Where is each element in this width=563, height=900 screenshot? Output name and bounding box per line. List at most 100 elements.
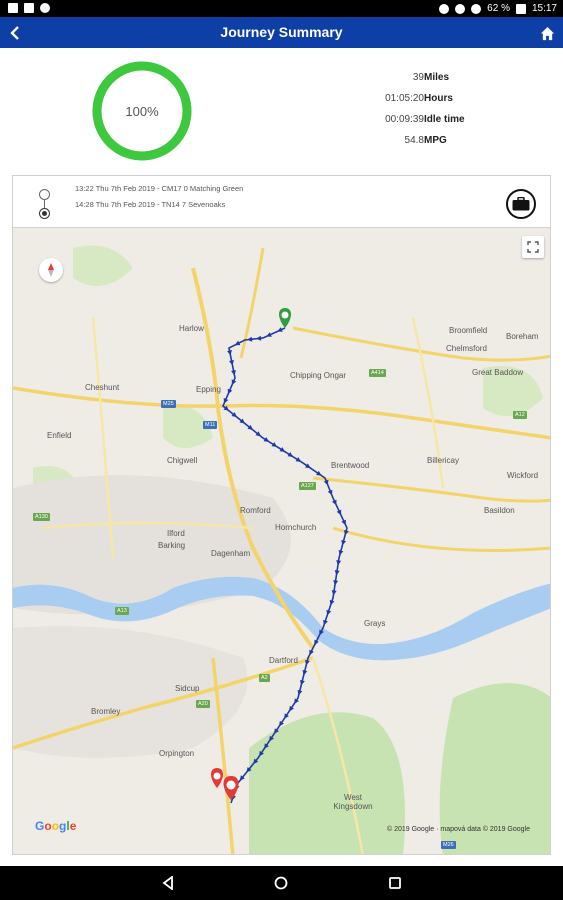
road: [13, 386, 550, 440]
route-arrow-icon: [266, 332, 272, 337]
stop-pin-icon[interactable]: [211, 768, 223, 788]
end-marker-icon: [39, 208, 50, 219]
compass-button[interactable]: [39, 258, 63, 282]
road-shield-a12: A12: [513, 411, 527, 419]
app-notification-icon: [24, 3, 34, 13]
journey-summary: 100% 39 Miles 01:05:20 Hours 00:09:39 Id…: [0, 48, 563, 174]
stat-value: 54.8: [404, 135, 424, 146]
map-label-grays: Grays: [364, 619, 386, 628]
status-bar: 62 % 15:17: [0, 0, 563, 17]
progress-percent: 100%: [125, 103, 159, 119]
battery-icon: [515, 3, 526, 14]
square-recents-icon: [389, 877, 401, 889]
map-label-epping: Epping: [196, 385, 221, 394]
briefcase-icon: [512, 197, 530, 211]
app-header: Journey Summary: [0, 17, 563, 48]
road: [312, 476, 550, 503]
route-arrow-icon: [256, 335, 262, 341]
fullscreen-button[interactable]: [522, 236, 544, 258]
map-label-cheshunt: Cheshunt: [85, 383, 120, 392]
status-right: 62 % 15:17: [439, 3, 557, 14]
map-label-basildon: Basildon: [484, 506, 515, 515]
home-icon: [540, 26, 554, 40]
start-pin-icon[interactable]: [279, 308, 291, 328]
stat-mpg: 54.8 MPG: [330, 135, 530, 156]
road-shield-m11: M11: [203, 421, 218, 429]
google-logo: Google: [35, 819, 76, 833]
nav-home-button[interactable]: [273, 875, 289, 891]
stat-unit: MPG: [424, 135, 447, 146]
route-arrow-icon: [341, 519, 346, 526]
start-marker-icon: [39, 189, 50, 200]
map-label-chipping-ongar: Chipping Ongar: [290, 371, 347, 380]
wifi-icon: [471, 3, 482, 14]
route-arrow-icon: [234, 340, 241, 346]
map-label-chelmsford: Chelmsford: [446, 344, 487, 353]
map-label-chigwell: Chigwell: [167, 456, 198, 465]
trip-card: 13:22 Thu 7th Feb 2019 - CM17 0 Matching…: [12, 175, 551, 227]
route-arrow-icon: [223, 398, 229, 404]
map-attribution[interactable]: © 2019 Google · mapová data © 2019 Googl…: [387, 826, 530, 833]
road-shield-a2: A2: [259, 674, 270, 682]
stat-value: 39: [412, 72, 424, 83]
road-shield-a20: A20: [196, 700, 210, 708]
map-label-enfield: Enfield: [47, 431, 72, 440]
route-arrow-icon: [327, 489, 333, 496]
route-arrow-icon: [331, 499, 337, 506]
park-area: [73, 245, 133, 286]
map-label-romford: Romford: [240, 506, 271, 515]
notification-dot-icon: [40, 3, 50, 13]
map-label-harlow: Harlow: [179, 324, 204, 333]
trip-start: 13:22 Thu 7th Feb 2019 - CM17 0 Matching…: [75, 184, 244, 193]
map-canvas[interactable]: [13, 228, 551, 855]
app-screen: 62 % 15:17 Journey Summary 100% 39 Miles…: [0, 0, 563, 900]
google-logo-text: Google: [35, 819, 76, 833]
road-shield-a414: A414: [369, 369, 386, 377]
stat-value: 00:09:39: [385, 114, 424, 125]
google-logo-letter: o: [44, 819, 52, 833]
stat-hours: 01:05:20 Hours: [330, 93, 530, 114]
route-connector: [44, 200, 45, 208]
map-label-ilford: Ilford: [167, 529, 185, 538]
circle-home-icon: [274, 876, 288, 890]
route-arrow-icon: [231, 379, 237, 385]
map-label-west-kingsdown: West Kingsdown: [333, 793, 373, 811]
road-shield-m26: M26: [441, 841, 456, 849]
bluetooth-icon: [439, 3, 450, 14]
nav-recents-button[interactable]: [387, 875, 403, 891]
stat-idle-time: 00:09:39 Idle time: [330, 114, 530, 135]
stat-unit: Hours: [424, 93, 453, 104]
map-label-dartford: Dartford: [269, 656, 298, 665]
google-logo-letter: o: [51, 819, 60, 833]
triangle-back-icon: [162, 876, 173, 890]
stat-unit: Idle time: [424, 114, 465, 125]
clock: 15:17: [531, 3, 557, 14]
map-label-brentwood: Brentwood: [331, 461, 370, 470]
map-label-boreham: Boreham: [506, 332, 539, 341]
road-shield-a13: A13: [115, 607, 129, 615]
map-label-broomfield: Broomfield: [449, 326, 488, 335]
home-button[interactable]: [535, 21, 559, 45]
map-label-bromley: Bromley: [91, 707, 121, 716]
battery-level: 62 %: [487, 3, 510, 14]
trip-end: 14:28 Thu 7th Feb 2019 - TN14 7 Sevenoak…: [75, 200, 226, 209]
route-arrow-icon: [277, 327, 283, 332]
road-shield-a127: A127: [299, 482, 316, 490]
road-shield-a130: A130: [33, 513, 50, 521]
road: [332, 526, 550, 552]
route-arrow-icon: [247, 336, 253, 342]
stat-unit: Miles: [424, 72, 450, 83]
map-label-sidcup: Sidcup: [175, 684, 200, 693]
system-nav-bar: [0, 866, 563, 900]
business-trip-button[interactable]: [506, 189, 536, 219]
fullscreen-icon: [527, 241, 539, 253]
page-title: Journey Summary: [220, 24, 343, 40]
route-arrow-icon: [227, 388, 233, 395]
map-label-great-baddow: Great Baddow: [472, 368, 524, 377]
google-logo-letter: e: [69, 819, 77, 833]
stat-miles: 39 Miles: [330, 72, 530, 93]
nav-back-button[interactable]: [160, 875, 176, 891]
map-label-dagenham: Dagenham: [211, 549, 251, 558]
route-map[interactable]: Harlow Cheshunt Epping Chipping Ongar Br…: [12, 227, 551, 855]
status-left: [8, 3, 50, 13]
